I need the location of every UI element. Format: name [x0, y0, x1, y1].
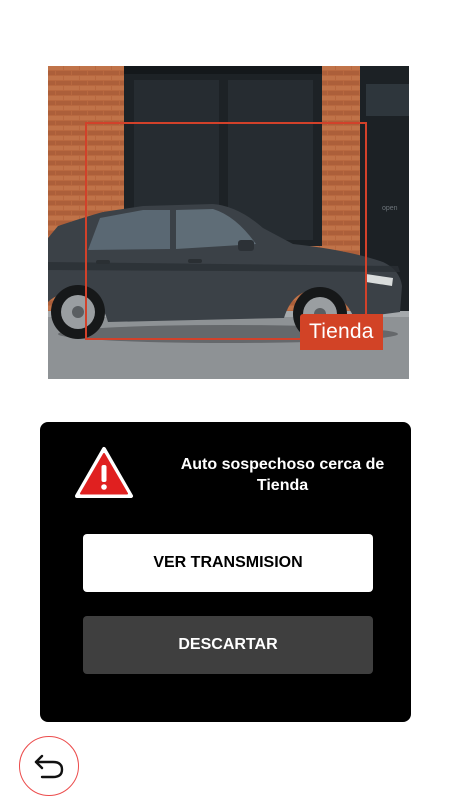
storefront-sign: open — [382, 205, 398, 212]
alert-dialog: Auto sospechoso cerca de Tienda VER TRAN… — [40, 422, 411, 722]
view-stream-button[interactable]: VER TRANSMISION — [83, 534, 373, 592]
warning-triangle-icon — [75, 447, 133, 498]
dismiss-button[interactable]: DESCARTAR — [83, 616, 373, 674]
undo-arrow-icon — [34, 754, 64, 779]
back-button[interactable] — [19, 736, 79, 796]
detection-box — [85, 122, 367, 340]
detection-label: Tienda — [300, 314, 383, 350]
alert-message: Auto sospechoso cerca de Tienda — [180, 456, 385, 494]
camera-snapshot: open Tienda — [48, 66, 409, 379]
